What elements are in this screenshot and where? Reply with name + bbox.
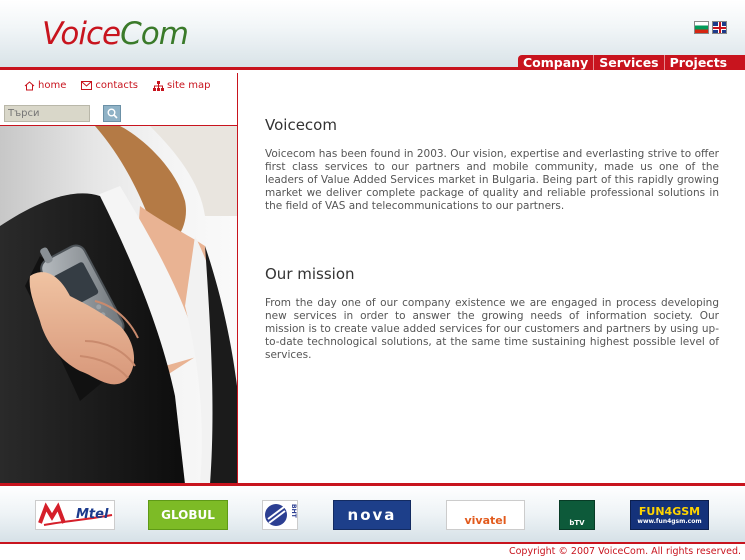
partner-logo-btv[interactable]: bTV	[559, 500, 595, 530]
partner-name-bnt: BHT	[290, 504, 297, 518]
partner-url-fun4gsm: www.fun4gsm.com	[637, 518, 702, 525]
search-icon	[107, 108, 118, 119]
bulgarian-flag-icon[interactable]	[694, 21, 709, 34]
main-nav: Company Services Projects	[518, 55, 745, 70]
quick-links: home contacts site map	[24, 80, 210, 91]
section-title-mission: Our mission	[265, 265, 355, 283]
language-switcher	[694, 21, 727, 34]
partner-logo-mtel[interactable]: Mtel	[35, 500, 115, 530]
contacts-link[interactable]: contacts	[81, 80, 138, 91]
search-bar	[4, 105, 121, 122]
section-text-voicecom: Voicecom has been found in 2003. Our vis…	[265, 148, 719, 212]
partner-name-btv: bTV	[569, 519, 585, 527]
partner-name-globul: GLOBUL	[161, 508, 215, 522]
header: VoiceCom Company Services Projects	[0, 0, 745, 70]
partner-logos: Mtel GLOBUL BHT nova vivatel bTV FUN4GSM…	[0, 486, 745, 544]
home-link[interactable]: home	[24, 80, 66, 91]
home-icon	[24, 80, 35, 90]
search-input[interactable]	[4, 105, 90, 122]
nav-projects[interactable]: Projects	[665, 55, 733, 70]
partner-logo-nova[interactable]: nova	[333, 500, 411, 530]
sitemap-icon	[153, 80, 164, 91]
section-text-mission: From the day one of our company existenc…	[265, 297, 719, 361]
partner-logo-globul[interactable]: GLOBUL	[148, 500, 228, 530]
search-button[interactable]	[103, 105, 121, 122]
contacts-link-label: contacts	[95, 80, 138, 91]
nav-services[interactable]: Services	[594, 55, 665, 70]
partner-logo-bnt[interactable]: BHT	[262, 500, 298, 530]
section-title-voicecom: Voicecom	[265, 116, 337, 134]
partner-name-vivatel: vivatel	[464, 513, 507, 527]
partner-name-mtel: Mtel	[76, 507, 109, 522]
logo-text-voice: Voice	[42, 16, 121, 52]
partner-logo-vivatel[interactable]: vivatel	[446, 500, 525, 530]
hero-photo-woman-with-phone	[0, 125, 237, 483]
voicecom-logo[interactable]: VoiceCom	[42, 16, 189, 52]
home-link-label: home	[38, 80, 67, 91]
sitemap-link[interactable]: site map	[153, 80, 210, 91]
sitemap-link-label: site map	[167, 80, 211, 91]
partner-logo-fun4gsm[interactable]: FUN4GSM www.fun4gsm.com	[630, 500, 709, 530]
copyright-text: Copyright © 2007 VoiceCom. All rights re…	[508, 546, 741, 557]
logo-text-com: Com	[120, 16, 189, 52]
partner-name-fun4gsm: FUN4GSM	[638, 505, 701, 518]
hero-photo-illustration	[0, 126, 237, 483]
nav-company[interactable]: Company	[518, 55, 595, 70]
english-flag-icon[interactable]	[712, 21, 727, 34]
left-column: home contacts site map	[0, 73, 238, 483]
envelope-icon	[81, 81, 93, 90]
partner-name-nova: nova	[347, 506, 397, 524]
